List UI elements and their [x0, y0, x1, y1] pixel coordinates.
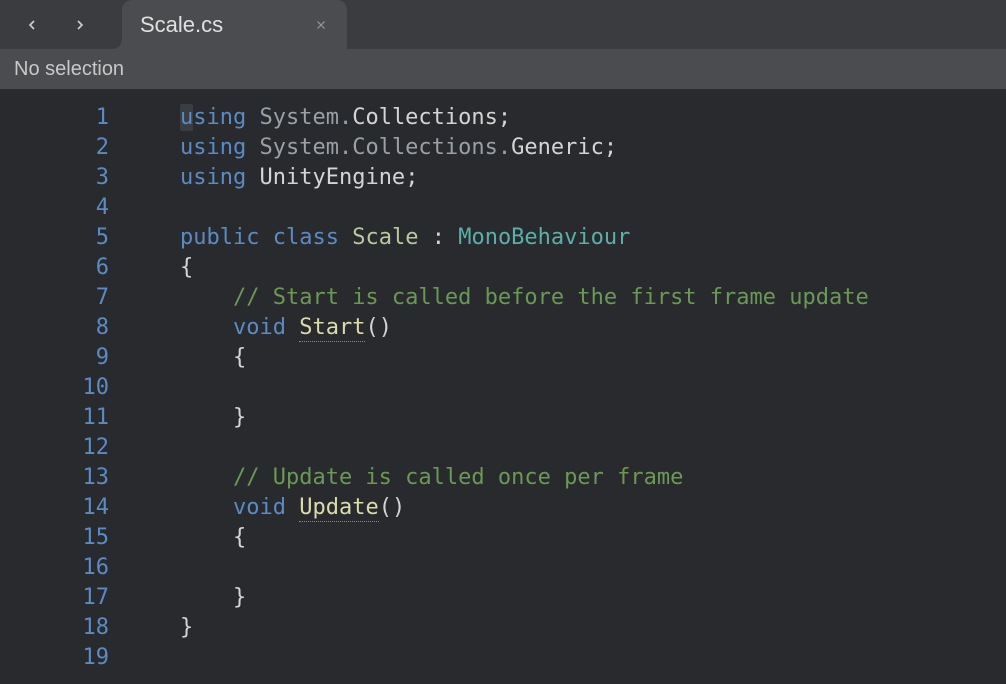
colon: : — [432, 225, 445, 250]
code-line — [180, 553, 1006, 583]
code-line: // Update is called once per frame — [180, 463, 1006, 493]
line-number: 15 — [0, 523, 109, 553]
line-number: 17 — [0, 583, 109, 613]
method-name: Start — [299, 315, 365, 342]
code-line — [180, 373, 1006, 403]
close-icon — [314, 18, 328, 32]
keyword: using — [180, 104, 246, 131]
namespace: Generic — [511, 135, 604, 160]
code-line: } — [180, 583, 1006, 613]
line-number: 19 — [0, 643, 109, 673]
keyword: using — [180, 135, 246, 160]
line-number: 1 — [0, 103, 109, 133]
file-tab[interactable]: Scale.cs — [122, 0, 347, 49]
semicolon: ; — [604, 135, 617, 160]
dot: . — [339, 135, 352, 160]
comment: // Start is called before the first fram… — [233, 285, 869, 310]
parentheses: () — [379, 495, 406, 520]
breadcrumb-text: No selection — [14, 58, 124, 81]
chevron-right-icon — [72, 17, 88, 33]
code-line — [180, 433, 1006, 463]
code-line: using System.Collections; — [180, 103, 1006, 133]
parentheses: () — [365, 315, 392, 340]
line-number: 16 — [0, 553, 109, 583]
line-number: 10 — [0, 373, 109, 403]
line-number: 12 — [0, 433, 109, 463]
code-line — [180, 193, 1006, 223]
code-content[interactable]: using System.Collections; using System.C… — [115, 103, 1006, 684]
tab-close-button[interactable] — [313, 17, 329, 33]
code-line: public class Scale : MonoBehaviour — [180, 223, 1006, 253]
code-line: { — [180, 343, 1006, 373]
namespace: Collections — [352, 135, 498, 160]
brace: { — [180, 255, 193, 280]
line-number: 13 — [0, 463, 109, 493]
dot: . — [339, 105, 352, 130]
line-number: 2 — [0, 133, 109, 163]
line-number: 18 — [0, 613, 109, 643]
line-number-gutter: 1 2 3 4 5 6 7 8 9 10 11 12 13 14 15 16 1… — [0, 103, 115, 684]
brace: { — [233, 525, 246, 550]
namespace: System — [246, 105, 339, 130]
code-line: } — [180, 403, 1006, 433]
semicolon: ; — [498, 105, 511, 130]
line-number: 3 — [0, 163, 109, 193]
keyword: class — [273, 225, 339, 250]
line-number: 4 — [0, 193, 109, 223]
type-name: MonoBehaviour — [458, 225, 630, 250]
code-line: // Start is called before the first fram… — [180, 283, 1006, 313]
dot: . — [498, 135, 511, 160]
titlebar: Scale.cs — [0, 0, 1006, 49]
brace: { — [233, 345, 246, 370]
namespace: Collections — [352, 105, 498, 130]
line-number: 6 — [0, 253, 109, 283]
line-number: 14 — [0, 493, 109, 523]
code-line: { — [180, 253, 1006, 283]
keyword: public — [180, 225, 259, 250]
namespace: UnityEngine — [259, 165, 405, 190]
brace: } — [233, 585, 246, 610]
code-line — [180, 643, 1006, 673]
nav-back-button[interactable] — [20, 13, 44, 37]
line-number: 11 — [0, 403, 109, 433]
chevron-left-icon — [24, 17, 40, 33]
brace: } — [233, 405, 246, 430]
line-number: 8 — [0, 313, 109, 343]
code-line: } — [180, 613, 1006, 643]
breadcrumb-bar[interactable]: No selection — [0, 49, 1006, 89]
nav-forward-button[interactable] — [68, 13, 92, 37]
code-line: void Update() — [180, 493, 1006, 523]
keyword: using — [180, 165, 246, 190]
line-number: 7 — [0, 283, 109, 313]
method-name: Update — [299, 495, 378, 522]
semicolon: ; — [405, 165, 418, 190]
code-line: using System.Collections.Generic; — [180, 133, 1006, 163]
line-number: 9 — [0, 343, 109, 373]
line-number: 5 — [0, 223, 109, 253]
tab-label: Scale.cs — [140, 12, 223, 38]
code-line: void Start() — [180, 313, 1006, 343]
keyword: void — [233, 495, 286, 520]
code-line: { — [180, 523, 1006, 553]
comment: // Update is called once per frame — [233, 465, 683, 490]
namespace: System — [246, 135, 339, 160]
cursor-position: u — [180, 104, 193, 131]
class-name: Scale — [352, 225, 418, 250]
code-editor[interactable]: 1 2 3 4 5 6 7 8 9 10 11 12 13 14 15 16 1… — [0, 89, 1006, 684]
brace: } — [180, 615, 193, 640]
keyword: void — [233, 315, 286, 340]
code-line: using UnityEngine; — [180, 163, 1006, 193]
nav-buttons — [0, 13, 112, 37]
